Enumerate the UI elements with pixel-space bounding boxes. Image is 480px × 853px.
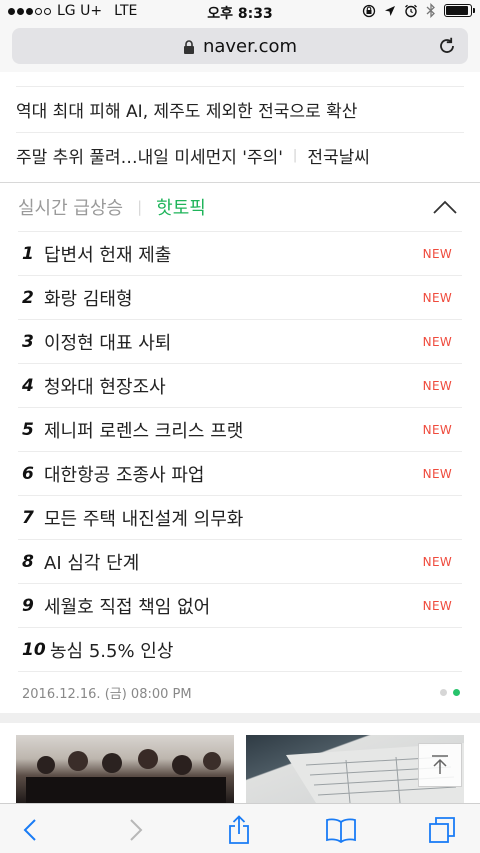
chevron-up-icon[interactable] [432,199,458,215]
status-bar: LG U+ LTE 오후 8:33 [0,0,480,24]
new-badge: NEW [422,247,452,261]
alarm-icon [405,4,417,17]
keyword-item[interactable]: 10 농심 5.5% 인상 [18,627,462,671]
keyword-rank: 7 [22,507,34,528]
book-icon [326,818,356,843]
realtime-footer: 2016.12.16. (금) 08:00 PM [18,671,462,713]
new-badge: NEW [422,467,452,481]
keyword-rank: 2 [22,287,34,308]
realtime-keyword-list: 1 답변서 헌재 제출 NEW 2 화랑 김태형 NEW 3 이정현 대표 사퇴… [18,231,462,671]
news-tag-link[interactable]: 전국날씨 [307,143,370,168]
tab-realtime-rising[interactable]: 실시간 급상승 [18,194,123,220]
reload-icon[interactable] [436,35,458,57]
keyword-item[interactable]: 1 답변서 헌재 제출 NEW [18,231,462,275]
keyword-text: 화랑 김태형 [44,288,133,310]
keyword-item[interactable]: 5 제니퍼 로렌스 크리스 프랫 NEW [18,407,462,451]
bluetooth-icon [426,3,435,18]
keyword-rank: 6 [22,463,34,484]
update-timestamp: 2016.12.16. (금) 08:00 PM [22,687,192,702]
news-headline-text: 주말 추위 풀려…내일 미세먼지 '주의' [16,148,283,168]
keyword-item[interactable]: 9 세월호 직접 책임 없어 NEW [18,583,462,627]
new-badge: NEW [422,599,452,613]
back-button[interactable] [14,814,46,846]
news-headline-link[interactable]: 주말 추위 풀려…내일 미세먼지 '주의' | 전국날씨 [16,132,464,178]
keyword-item[interactable]: 7 모든 주택 내진설계 의무화 [18,495,462,539]
status-right [362,3,475,18]
browser-toolbar [0,803,480,853]
keyword-rank: 8 [22,551,34,572]
scroll-to-top-button[interactable] [418,743,462,787]
new-badge: NEW [422,379,452,393]
bookmarks-button[interactable] [325,814,357,846]
url-text: naver.com [202,35,298,57]
new-badge: NEW [422,423,452,437]
share-button[interactable] [223,814,255,846]
keyword-item[interactable]: 6 대한항공 조종사 파업 NEW [18,451,462,495]
arrow-up-to-top-icon [432,755,448,774]
keyword-rank: 9 [22,595,34,616]
tabs-icon [429,817,455,843]
location-icon [385,5,395,16]
crowd-photo-image [26,749,226,803]
page-dot-active[interactable] [453,689,460,696]
keyword-text: 청와대 현장조사 [44,376,166,398]
keyword-item[interactable]: 4 청와대 현장조사 NEW [18,363,462,407]
news-headlines: 역대 최대 피해 AI, 제주도 제외한 전국으로 확산 주말 추위 풀려…내일… [0,72,480,178]
news-photo-thumbnail[interactable] [16,735,234,803]
chevron-left-icon [23,819,36,841]
forward-button[interactable] [120,814,152,846]
keyword-rank: 4 [22,375,34,396]
keyword-item[interactable]: 3 이정현 대표 사퇴 NEW [18,319,462,363]
divider: | [137,198,143,216]
keyword-text: 모든 주택 내진설계 의무화 [44,508,244,530]
keyword-rank: 1 [22,243,34,264]
news-headline-text: 역대 최대 피해 AI, 제주도 제외한 전국으로 확산 [16,102,358,122]
page-dot[interactable] [440,689,447,696]
keyword-text: 제니퍼 로렌스 크리스 프랫 [44,420,244,442]
chevron-right-icon [130,819,143,841]
keyword-text: 이정현 대표 사퇴 [44,332,172,354]
keyword-text: 대한항공 조종사 파업 [44,464,205,486]
section-divider [0,713,480,723]
keyword-text: 답변서 헌재 제출 [44,244,172,266]
keyword-text: AI 심각 단계 [44,552,140,574]
keyword-rank: 3 [22,331,34,352]
page-indicator [440,689,460,696]
keyword-rank: 5 [22,419,34,440]
new-badge: NEW [422,335,452,349]
keyword-item[interactable]: 8 AI 심각 단계 NEW [18,539,462,583]
realtime-tabs: 실시간 급상승 | 핫토픽 [0,183,480,231]
keyword-text: 세월호 직접 책임 없어 [44,596,211,618]
news-thumbnails [0,723,480,803]
new-badge: NEW [422,291,452,305]
battery-level [446,6,468,15]
keyword-rank: 10 [22,639,46,660]
battery-icon [444,4,475,17]
address-bar[interactable]: naver.com [12,28,468,64]
new-badge: NEW [422,555,452,569]
realtime-search-panel: 실시간 급상승 | 핫토픽 1 답변서 헌재 제출 NEW 2 화랑 김태형 N… [0,182,480,713]
browser-address-area: naver.com [0,24,480,72]
tab-hot-topic[interactable]: 핫토픽 [156,194,206,220]
keyword-text: 농심 5.5% 인상 [50,640,174,662]
share-icon [229,815,249,844]
lock-icon [183,40,194,54]
tabs-button[interactable] [426,814,458,846]
news-headline-link[interactable]: 역대 최대 피해 AI, 제주도 제외한 전국으로 확산 [16,86,464,132]
orientation-lock-icon [362,4,376,17]
keyword-item[interactable]: 2 화랑 김태형 NEW [18,275,462,319]
divider: | [292,148,298,163]
